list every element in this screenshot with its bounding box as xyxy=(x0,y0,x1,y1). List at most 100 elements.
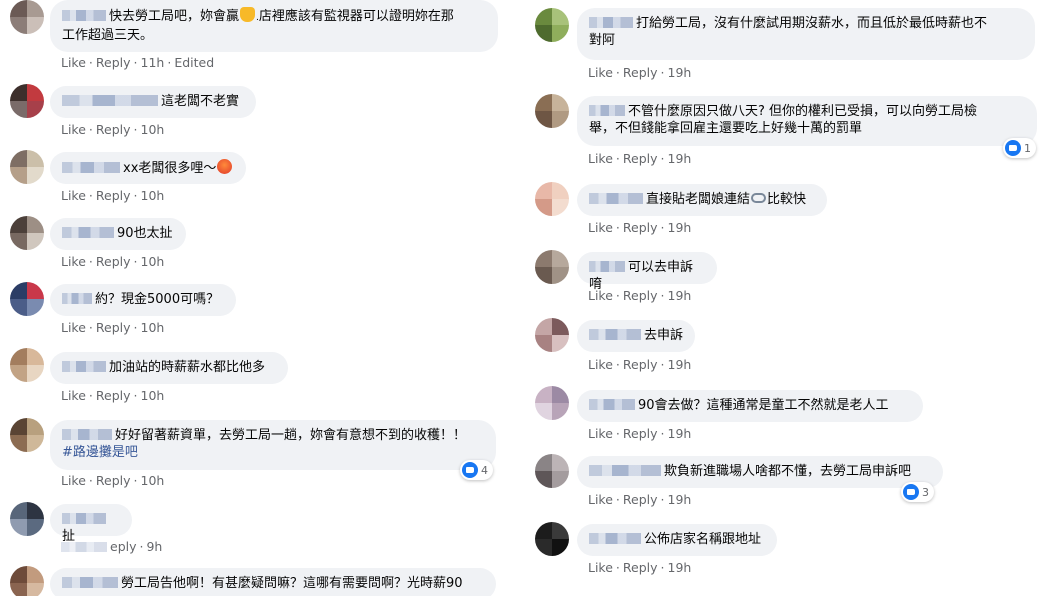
reply-link[interactable]: Reply xyxy=(623,357,658,372)
like-link[interactable]: Like xyxy=(61,473,86,488)
timestamp[interactable]: 10h xyxy=(141,122,165,137)
like-link[interactable]: Like xyxy=(588,288,613,303)
reply-link-partial[interactable]: eply xyxy=(110,539,137,554)
timestamp[interactable]: 19h xyxy=(668,560,692,575)
author-name[interactable] xyxy=(589,261,625,272)
like-link[interactable]: Like xyxy=(588,357,613,372)
comment-bubble: 公佈店家名稱跟地址 xyxy=(577,524,777,556)
author-name[interactable] xyxy=(589,399,635,410)
avatar[interactable] xyxy=(535,318,569,352)
avatar[interactable] xyxy=(10,502,44,536)
author-name[interactable] xyxy=(589,465,661,476)
avatar[interactable] xyxy=(535,250,569,284)
avatar[interactable] xyxy=(10,84,44,118)
comment-text: 這老闆不老實 xyxy=(161,94,240,109)
timestamp[interactable]: 19h xyxy=(668,65,692,80)
timestamp[interactable]: 10h xyxy=(141,188,165,203)
avatar[interactable] xyxy=(10,282,44,316)
reply-link[interactable]: Reply xyxy=(96,254,131,269)
timestamp[interactable]: 19h xyxy=(668,288,692,303)
like-link[interactable]: Like xyxy=(61,122,86,137)
reply-link[interactable]: Reply xyxy=(623,288,658,303)
author-name[interactable] xyxy=(62,577,118,588)
like-link[interactable]: Like xyxy=(61,254,86,269)
author-name[interactable] xyxy=(62,95,158,106)
timestamp[interactable]: 19h xyxy=(668,220,692,235)
timestamp[interactable]: 19h xyxy=(668,357,692,372)
blurred-like-link[interactable] xyxy=(61,542,107,552)
author-name[interactable] xyxy=(62,227,114,238)
author-name[interactable] xyxy=(62,293,92,304)
author-name[interactable] xyxy=(62,10,106,21)
like-link[interactable]: Like xyxy=(588,65,613,80)
like-link[interactable]: Like xyxy=(588,560,613,575)
avatar[interactable] xyxy=(10,216,44,250)
like-link[interactable]: Like xyxy=(588,151,613,166)
comment-text-line2: 舉，不但錢能拿回雇主還要吃上好幾十萬的罰單 xyxy=(589,121,863,136)
like-reaction-icon xyxy=(1005,140,1021,156)
reply-link[interactable]: Reply xyxy=(96,188,131,203)
comment-actions: Like · Reply · 19h xyxy=(588,560,692,575)
like-link[interactable]: Like xyxy=(588,492,613,507)
author-name[interactable] xyxy=(62,429,112,440)
timestamp[interactable]: 11h xyxy=(141,55,165,70)
comment-text-line3: 工作超過三天。 xyxy=(62,28,154,43)
avatar[interactable] xyxy=(535,386,569,420)
reply-link[interactable]: Reply xyxy=(96,55,131,70)
avatar[interactable] xyxy=(535,454,569,488)
reply-link[interactable]: Reply xyxy=(623,492,658,507)
timestamp[interactable]: 10h xyxy=(141,388,165,403)
timestamp[interactable]: 19h xyxy=(668,492,692,507)
avatar[interactable] xyxy=(535,94,569,128)
timestamp[interactable]: 10h xyxy=(141,254,165,269)
reaction-count[interactable]: 3 xyxy=(901,482,934,502)
reply-link[interactable]: Reply xyxy=(623,426,658,441)
reaction-count[interactable]: 1 xyxy=(1003,138,1036,158)
author-name[interactable] xyxy=(589,193,643,204)
timestamp[interactable]: 10h xyxy=(141,320,165,335)
avatar[interactable] xyxy=(10,418,44,452)
avatar[interactable] xyxy=(535,522,569,556)
author-name[interactable] xyxy=(589,17,633,28)
avatar[interactable] xyxy=(10,348,44,382)
timestamp[interactable]: 10h xyxy=(141,473,165,488)
comment-bubble: 打給勞工局，沒有什麼試用期沒薪水，而且低於最低時薪也不 對阿 xyxy=(577,8,1035,60)
comment-text: xx老闆很多哩～ xyxy=(123,161,217,176)
comment-text-line2: 對阿 xyxy=(589,33,616,48)
comment-actions: eply · 9h xyxy=(61,539,162,554)
avatar[interactable] xyxy=(10,0,44,34)
like-link[interactable]: Like xyxy=(588,426,613,441)
timestamp[interactable]: 19h xyxy=(668,426,692,441)
comment-text-cont: 店裡應該有監視器可以證明妳在那 xyxy=(258,9,454,24)
timestamp[interactable]: 19h xyxy=(668,151,692,166)
reply-link[interactable]: Reply xyxy=(96,388,131,403)
author-name[interactable] xyxy=(589,533,641,544)
avatar[interactable] xyxy=(535,8,569,42)
like-link[interactable]: Like xyxy=(61,320,86,335)
reply-link[interactable]: Reply xyxy=(623,65,658,80)
reply-link[interactable]: Reply xyxy=(96,122,131,137)
author-name[interactable] xyxy=(589,329,641,340)
reply-link[interactable]: Reply xyxy=(96,473,131,488)
like-link[interactable]: Like xyxy=(61,188,86,203)
reply-link[interactable]: Reply xyxy=(96,320,131,335)
avatar[interactable] xyxy=(10,566,44,596)
author-name[interactable] xyxy=(589,105,625,116)
author-name[interactable] xyxy=(62,162,120,173)
reaction-count[interactable]: 4 xyxy=(460,460,493,480)
angry-emoji-icon xyxy=(217,159,233,174)
reply-link[interactable]: Reply xyxy=(623,560,658,575)
timestamp[interactable]: 9h xyxy=(146,539,162,554)
author-name[interactable] xyxy=(62,361,106,372)
like-link[interactable]: Like xyxy=(61,388,86,403)
like-link[interactable]: Like xyxy=(588,220,613,235)
avatar[interactable] xyxy=(535,182,569,216)
reply-link[interactable]: Reply xyxy=(623,220,658,235)
avatar[interactable] xyxy=(10,150,44,184)
author-name[interactable] xyxy=(62,513,106,524)
comment-actions: Like · Reply · 10h xyxy=(61,320,165,335)
comment-actions: Like · Reply · 19h xyxy=(588,492,692,507)
like-link[interactable]: Like xyxy=(61,55,86,70)
reply-link[interactable]: Reply xyxy=(623,151,658,166)
hashtag-link[interactable]: #路邊攤是吧 xyxy=(62,445,138,460)
